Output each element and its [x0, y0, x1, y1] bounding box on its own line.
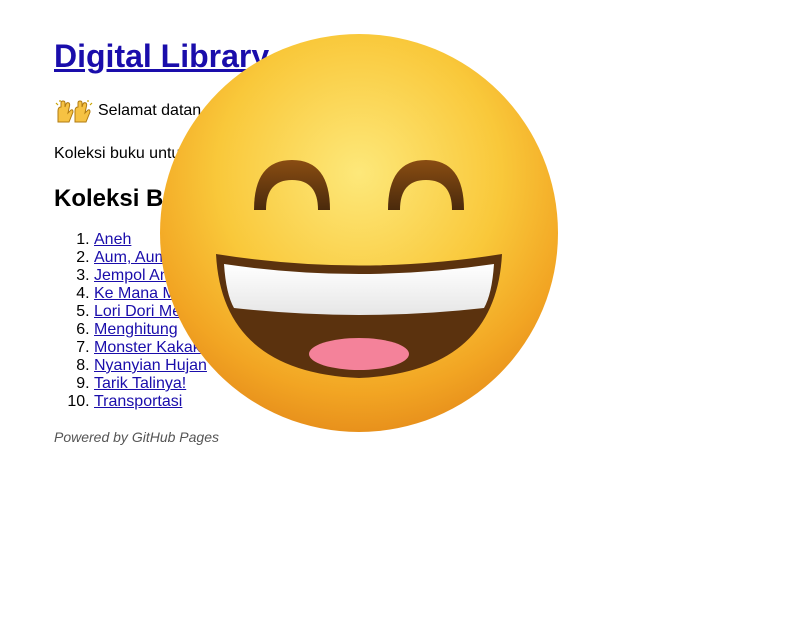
raising-hands-icon: [54, 99, 94, 123]
section-title: Koleksi B: [54, 185, 164, 212]
book-link[interactable]: Aneh: [94, 231, 131, 248]
grinning-face-with-smiling-eyes-icon: [158, 32, 560, 434]
book-link[interactable]: Aum, Aum: [94, 249, 168, 266]
